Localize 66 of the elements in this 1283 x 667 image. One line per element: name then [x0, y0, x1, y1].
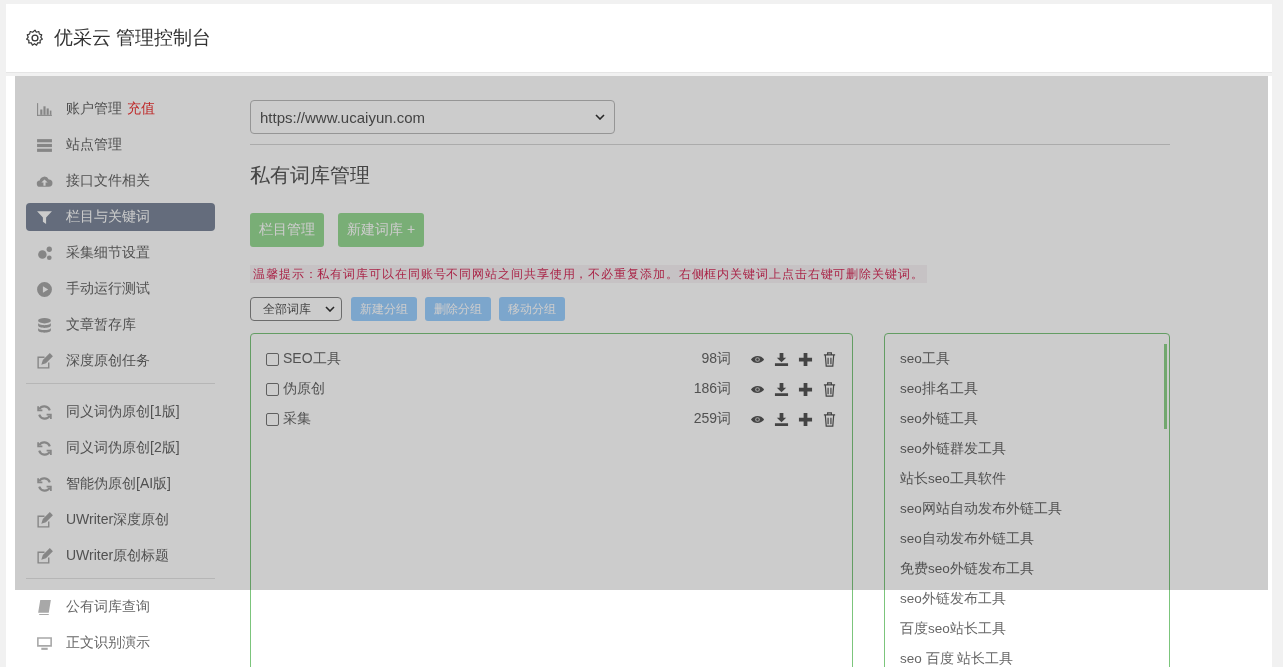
caret-icon: [595, 114, 605, 120]
sidebar-item[interactable]: 站点管理: [26, 131, 215, 159]
library-name[interactable]: 伪原创: [283, 380, 694, 398]
sidebar-item[interactable]: 正文识别演示: [26, 629, 215, 657]
keyword-item[interactable]: seo工具: [900, 344, 1169, 374]
sidebar-item[interactable]: 公有词库查询: [26, 593, 215, 621]
trash-icon[interactable]: [822, 381, 837, 397]
sidebar-item[interactable]: 接口文件相关: [26, 167, 215, 195]
play-icon: [36, 280, 53, 298]
settings-icon: [25, 28, 45, 48]
sidebar-item[interactable]: UWriter原创标题: [26, 542, 215, 570]
keyword-item[interactable]: seo外链群发工具: [900, 434, 1169, 464]
word-count: 98词: [701, 350, 731, 368]
sidebar-item[interactable]: 同义词伪原创[1版]: [26, 398, 215, 426]
keyword-item[interactable]: 站长seo工具软件: [900, 464, 1169, 494]
checkbox[interactable]: [266, 382, 279, 396]
server-icon: [36, 136, 53, 154]
site-select[interactable]: https://www.ucaiyun.com: [250, 100, 615, 134]
sidebar-item[interactable]: 采集细节设置: [26, 239, 215, 267]
plus-icon[interactable]: [798, 381, 813, 397]
hint-text: 温馨提示：私有词库可以在同账号不同网站之间共享使用，不必重复添加。右侧框内关键词上点击右键可删除关键词。: [250, 265, 927, 283]
filter-icon: [36, 208, 53, 226]
download-icon[interactable]: [774, 411, 789, 427]
library-name[interactable]: 采集: [283, 410, 694, 428]
trash-icon[interactable]: [822, 351, 837, 367]
keyword-item[interactable]: seo排名工具: [900, 374, 1169, 404]
keyword-item[interactable]: seo外链工具: [900, 404, 1169, 434]
sidebar-item[interactable]: UWriter深度原创: [26, 506, 215, 534]
keyword-item[interactable]: seo 百度 站长工具: [900, 644, 1169, 667]
sidebar-item[interactable]: 账户管理 充值: [26, 95, 215, 123]
sidebar-item[interactable]: 文章暂存库: [26, 311, 215, 339]
checkbox[interactable]: [266, 352, 279, 366]
sidebar-item[interactable]: 深度原创任务: [26, 347, 215, 375]
sidebar-item[interactable]: 手动运行测试: [26, 275, 215, 303]
app-title: 优采云 管理控制台: [54, 26, 212, 50]
keyword-item[interactable]: 百度seo站长工具: [900, 614, 1169, 644]
keyword-item[interactable]: 免费seo外链发布工具: [900, 554, 1169, 584]
keyword-item[interactable]: seo网站自动发布外链工具: [900, 494, 1169, 524]
plus-icon[interactable]: [798, 411, 813, 427]
db-icon: [36, 316, 53, 334]
page-title: 私有词库管理: [250, 163, 371, 188]
chart-icon: [36, 100, 53, 118]
plus-icon[interactable]: [798, 351, 813, 367]
group-select[interactable]: 全部词库: [250, 297, 342, 321]
caret-icon: [325, 306, 335, 312]
edit-icon: [36, 352, 53, 370]
keyword-item[interactable]: seo自动发布外链工具: [900, 524, 1169, 554]
edit-icon: [36, 547, 53, 565]
sidebar-item[interactable]: 栏目与关键词: [26, 203, 215, 231]
library-name[interactable]: SEO工具: [283, 350, 702, 368]
keyword-item[interactable]: seo外链发布工具: [900, 584, 1169, 614]
download-icon[interactable]: [774, 381, 789, 397]
word-count: 186词: [693, 380, 731, 398]
sidebar-item[interactable]: 同义词伪原创[2版]: [26, 434, 215, 462]
refresh-icon: [36, 439, 53, 457]
refresh-icon: [36, 403, 53, 421]
recharge-link[interactable]: 充值: [127, 100, 155, 118]
scrollbar-thumb[interactable]: [1164, 344, 1167, 429]
refresh-icon: [36, 475, 53, 493]
trash-icon[interactable]: [822, 411, 837, 427]
edit-icon: [36, 511, 53, 529]
monitor-icon: [36, 634, 53, 652]
word-count: 259词: [693, 410, 731, 428]
checkbox[interactable]: [266, 412, 279, 426]
download-icon[interactable]: [774, 351, 789, 367]
sidebar-item[interactable]: 智能伪原创[AI版]: [26, 470, 215, 498]
